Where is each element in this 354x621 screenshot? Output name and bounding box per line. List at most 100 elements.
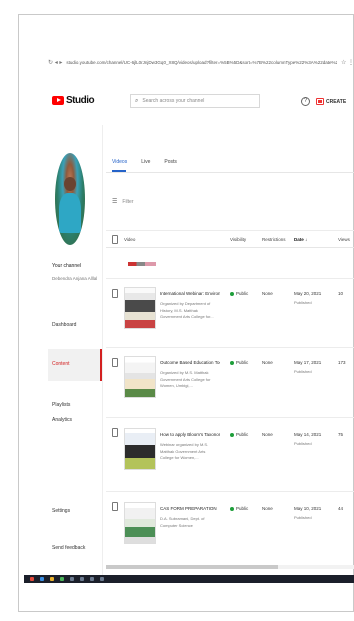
row-checkbox[interactable] [112,428,118,437]
video-description: Organized by M.S. Matthak Government Art… [160,370,211,388]
video-title[interactable]: How to apply Bloom's Taxonomy in Te... [160,432,220,437]
studio-logo-text: Studio [66,94,95,106]
taskbar-app-icon[interactable] [40,577,44,581]
column-views[interactable]: Views [338,237,350,242]
date-status: Published [294,300,312,305]
table-row[interactable]: Outcome Based Education Tools and... Org… [106,347,354,413]
sidebar-item-analytics[interactable]: Analytics [52,417,72,423]
public-eye-icon [230,291,234,296]
column-restrictions[interactable]: Restrictions [262,237,286,242]
table-row[interactable]: How to apply Bloom's Taxonomy in Te... W… [106,417,354,487]
search-icon: ⌕ [135,97,139,104]
visibility-value: Public [236,291,249,296]
address-url[interactable]: studio.youtube.com/channel/UC-6jlL0rJnjD… [66,60,337,65]
partial-video-thumbnail[interactable] [128,262,156,266]
row-checkbox[interactable] [112,502,118,511]
channel-name: Debendra Anjana Alllal [52,276,98,281]
studio-header: Studio ⌕ Search across your channel ? CR… [48,82,354,118]
select-all-checkbox[interactable] [112,235,118,244]
tabs-divider [106,172,354,173]
filter-placeholder: Filter [122,198,134,205]
sidebar-item-dashboard[interactable]: Dashboard [52,322,76,328]
video-thumbnail[interactable] [124,287,156,329]
visibility-cell[interactable]: Public [230,432,248,437]
tab-posts[interactable]: Posts [164,159,177,165]
sidebar-item-settings[interactable]: Settings [52,508,70,514]
channel-avatar[interactable] [55,153,85,245]
sidebar-item-send-feedback[interactable]: Send feedback [52,545,85,551]
date-value: May 10, 2021 [294,506,322,511]
public-eye-icon [230,432,234,437]
date-value: May 14, 2021 [294,432,322,437]
public-eye-icon [230,360,234,365]
video-thumbnail[interactable] [124,356,156,398]
views-value: 173 [338,360,346,365]
content-panel: Videos Live Posts ☰ Filter Video Visibil… [106,125,354,575]
taskbar-app-icon[interactable] [50,577,54,581]
sidebar-item-content[interactable]: Content [52,361,70,367]
video-thumbnail[interactable] [124,502,156,544]
row-checkbox[interactable] [112,289,118,298]
date-status: Published [294,369,312,374]
search-input[interactable]: ⌕ Search across your channel [130,94,260,108]
column-visibility[interactable]: Visibility [230,237,246,242]
browser-address-bar[interactable]: ↻ ◂ ▸ studio.youtube.com/channel/UC-6jlL… [48,55,354,69]
visibility-cell[interactable]: Public [230,360,248,365]
taskbar-app-icon[interactable] [90,577,94,581]
video-description: Organized by Department of History, M.S.… [160,301,214,319]
video-camera-icon [316,98,324,105]
restrictions-value: None [262,360,273,365]
taskbar-app-icon[interactable] [70,577,74,581]
column-video[interactable]: Video [124,237,135,242]
table-row[interactable]: CAS FORM PREPARATION D.A. Subramani, Dep… [106,491,354,561]
visibility-cell[interactable]: Public [230,506,248,511]
taskbar-app-icon[interactable] [80,577,84,581]
video-description: D.A. Subramani, Dept. of Computer Scienc… [160,516,205,528]
create-button-label: CREATE [326,98,347,105]
public-eye-icon [230,506,234,511]
restrictions-value: None [262,291,273,296]
visibility-value: Public [236,360,249,365]
column-date[interactable]: Date ↓ [294,237,307,242]
restrictions-value: None [262,506,273,511]
visibility-cell[interactable]: Public [230,291,248,296]
video-title[interactable]: CAS FORM PREPARATION [160,506,220,511]
views-value: 10 [338,291,344,296]
taskbar-app-icon[interactable] [100,577,104,581]
date-status: Published [294,515,312,520]
scrollbar-handle[interactable] [106,565,278,569]
tab-videos[interactable]: Videos [112,159,127,165]
search-placeholder: Search across your channel [142,98,205,104]
views-value: 44 [338,506,344,511]
help-icon[interactable]: ? [301,97,310,106]
browser-nav-icons[interactable]: ↻ ◂ ▸ [48,59,62,66]
filter-icon: ☰ [112,199,118,205]
date-value: May 20, 2021 [294,291,322,296]
table-row[interactable]: International Webinar: Environmental S..… [106,278,354,342]
restrictions-value: None [262,432,273,437]
taskbar-app-icon[interactable] [60,577,64,581]
browser-extension-icons[interactable]: ☆ ⋮ [341,59,354,66]
video-title[interactable]: Outcome Based Education Tools and... [160,360,220,365]
studio-logo[interactable]: Studio [52,94,95,106]
taskbar-app-icon[interactable] [30,577,34,581]
filter-bar[interactable]: ☰ Filter [112,198,134,206]
date-status: Published [294,441,312,446]
horizontal-scrollbar[interactable] [106,565,354,569]
os-taskbar [24,575,354,583]
youtube-play-icon [52,95,64,105]
video-description: Webinar organized by M.S. Matthak Govern… [160,442,209,460]
row-checkbox[interactable] [112,358,118,367]
tab-live[interactable]: Live [141,159,150,165]
video-title[interactable]: International Webinar: Environmental S..… [160,291,220,296]
visibility-value: Public [236,432,249,437]
sidebar: Your channel Debendra Anjana Alllal Dash… [48,125,106,565]
sidebar-item-playlists[interactable]: Playlists [52,402,70,408]
date-value: May 17, 2021 [294,360,322,365]
visibility-value: Public [236,506,249,511]
your-channel-label: Your channel [52,263,82,269]
create-button[interactable]: CREATE [316,96,346,107]
video-thumbnail[interactable] [124,428,156,470]
sidebar-divider [102,125,103,575]
table-header: Video Visibility Restrictions Date ↓ Vie… [106,230,354,248]
